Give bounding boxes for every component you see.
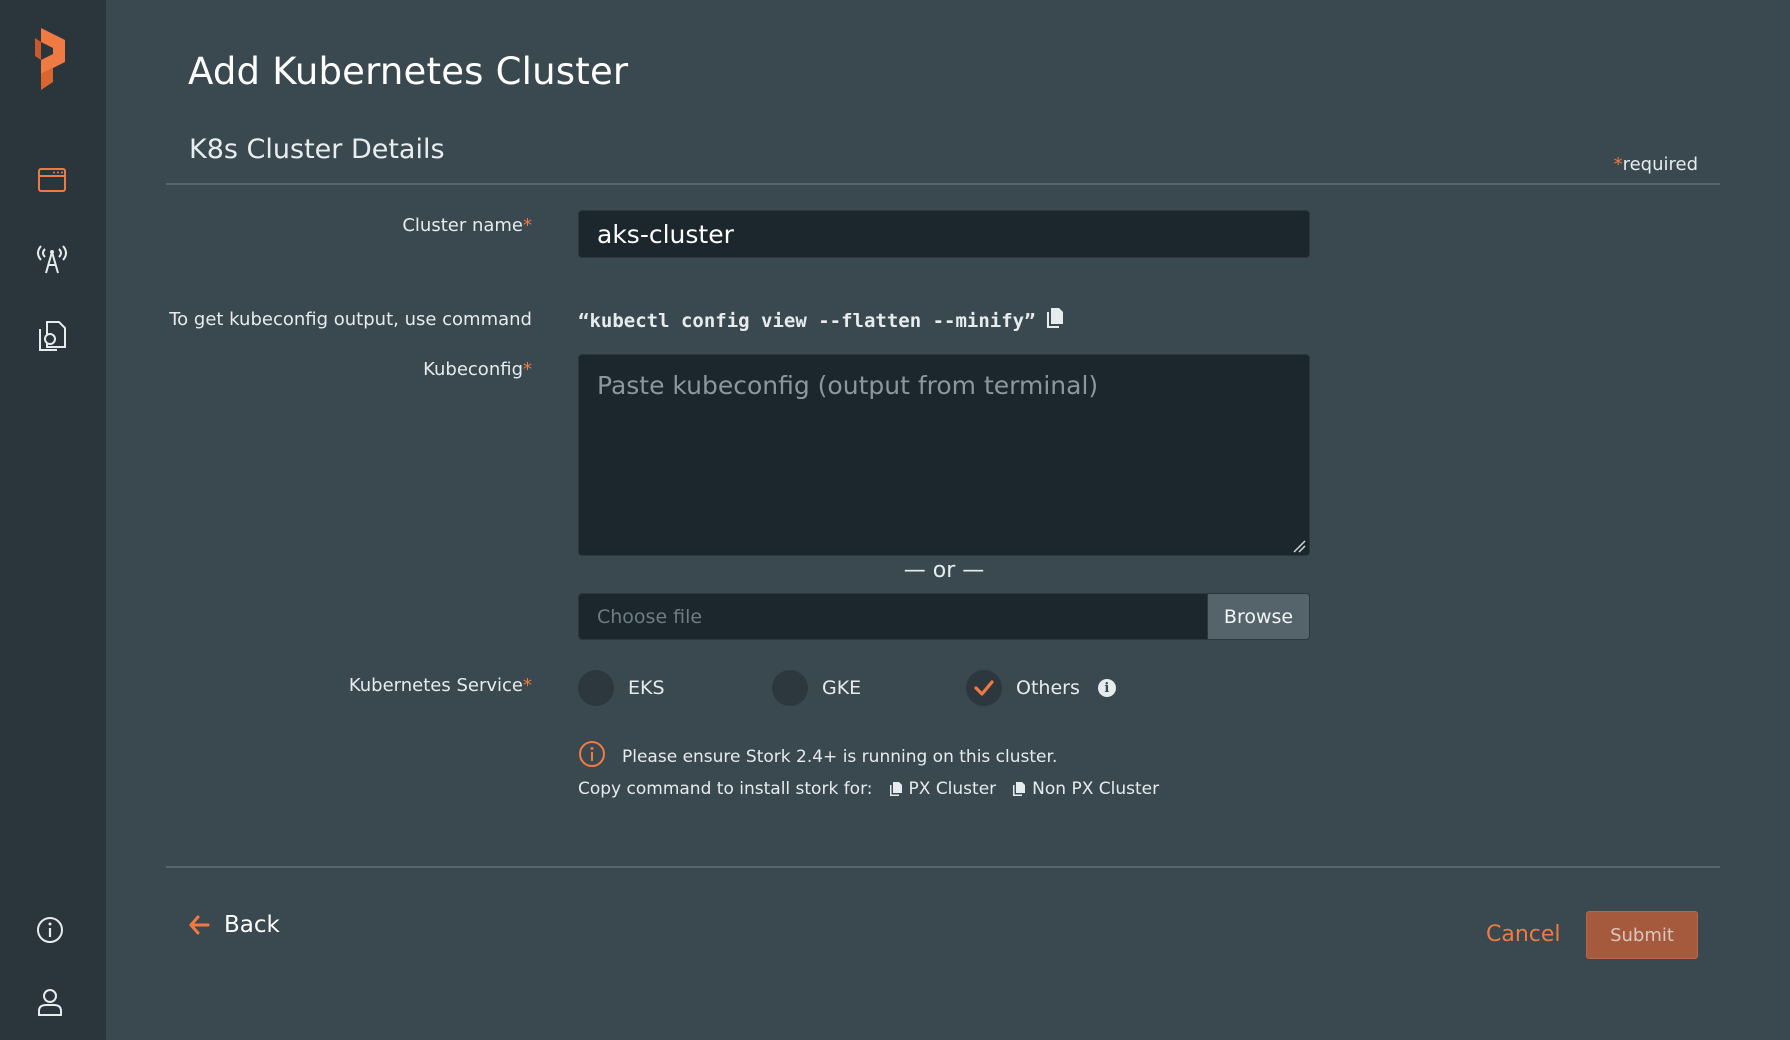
checkmark-icon [974, 680, 994, 696]
copy-icon[interactable] [1046, 307, 1064, 334]
kubernetes-service-label: Kubernetes Service* [349, 675, 532, 696]
browse-button[interactable]: Browse [1207, 594, 1309, 639]
file-input[interactable]: Choose file [579, 594, 1207, 639]
back-button[interactable]: Back [188, 912, 280, 938]
kubeconfig-label-text: Kubeconfig [423, 359, 523, 380]
documents-icon[interactable] [34, 316, 70, 356]
or-divider: — or — [903, 558, 985, 583]
cluster-name-label: Cluster name* [402, 215, 532, 236]
stork-notice: Please ensure Stork 2.4+ is running on t… [578, 740, 1057, 773]
required-star: * [523, 359, 532, 380]
copy-non-px-cluster-link[interactable]: Non PX Cluster [1012, 779, 1159, 799]
copy-icon [889, 782, 902, 796]
required-star: * [523, 215, 532, 236]
kubeconfig-label: Kubeconfig* [423, 359, 532, 380]
radio-label: Others [1016, 677, 1080, 699]
non-px-cluster-label[interactable]: Non PX Cluster [1032, 779, 1159, 799]
required-star: * [523, 675, 532, 696]
radio-eks[interactable]: EKS [578, 670, 665, 706]
user-icon[interactable] [32, 984, 68, 1020]
radio-others[interactable]: Others i [966, 670, 1116, 706]
radio-label: GKE [822, 677, 862, 699]
cluster-name-input[interactable] [578, 210, 1310, 258]
command-hint-label: To get kubeconfig output, use command [169, 309, 532, 330]
info-icon[interactable] [32, 912, 68, 948]
required-star: * [1613, 154, 1623, 175]
kubernetes-service-label-text: Kubernetes Service [348, 675, 523, 696]
notice-text: Please ensure Stork 2.4+ is running on t… [622, 746, 1058, 767]
back-label[interactable]: Back [224, 912, 280, 938]
portworx-logo[interactable] [27, 24, 79, 94]
radio-label: EKS [628, 677, 665, 699]
command-hint: “kubectl config view --flatten --minify” [578, 307, 1064, 334]
resize-handle-icon[interactable] [1292, 538, 1306, 553]
cluster-name-label-text: Cluster name [402, 215, 523, 236]
file-chooser: Choose file Browse [578, 593, 1310, 640]
required-note: *required [1614, 154, 1698, 175]
kubectl-command: “kubectl config view --flatten --minify” [578, 309, 1036, 332]
sidebar [0, 0, 106, 1040]
page-title: Add Kubernetes Cluster [188, 50, 629, 93]
copy-stork-row: Copy command to install stork for: PX Cl… [578, 779, 1159, 799]
radio-gke[interactable]: GKE [772, 670, 861, 706]
copy-prefix: Copy command to install stork for: [578, 779, 873, 799]
alert-info-icon [578, 740, 606, 773]
divider [166, 866, 1720, 868]
browser-window-icon[interactable] [34, 162, 70, 198]
radio-circle[interactable] [772, 670, 808, 706]
arrow-left-icon [189, 915, 210, 935]
px-cluster-label[interactable]: PX Cluster [909, 779, 997, 799]
broadcast-tower-icon[interactable] [32, 238, 72, 278]
submit-button[interactable]: Submit [1586, 911, 1698, 959]
required-text: required [1622, 154, 1698, 175]
copy-icon [1013, 782, 1026, 796]
copy-px-cluster-link[interactable]: PX Cluster [889, 779, 997, 799]
radio-circle[interactable] [578, 670, 614, 706]
radio-circle-selected[interactable] [966, 670, 1002, 706]
info-icon[interactable]: i [1097, 679, 1116, 697]
divider [166, 183, 1720, 185]
section-title: K8s Cluster Details [189, 134, 445, 165]
cancel-button[interactable]: Cancel [1486, 922, 1561, 947]
kubeconfig-textarea[interactable] [578, 354, 1310, 556]
